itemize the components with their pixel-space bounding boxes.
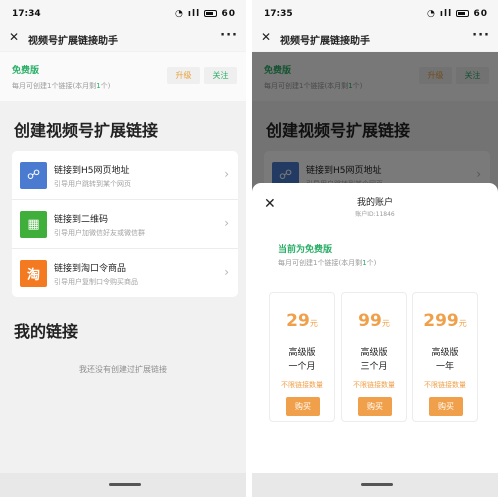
link-type-list: ☍ 链接到H5网页地址 引导用户跳转到某个网页 › ▦ 链接到二维码 引导用户加… (12, 151, 238, 297)
status-bar: 17:34 ◔ ıll 60 (0, 0, 246, 27)
plan-desc-suffix: 个) (366, 259, 377, 267)
item-sub: 引导用户跳转到某个网页 (54, 180, 131, 188)
plan-feature: 不限链接数量 (281, 381, 323, 389)
empty-text: 我还没有创建过扩展链接 (79, 365, 167, 374)
more-icon[interactable]: ··· (472, 28, 490, 43)
status-time: 17:34 (12, 9, 41, 19)
plan-tier: 高级版 (360, 348, 388, 358)
plan-price: 29元 (270, 311, 334, 331)
status-time: 17:35 (264, 9, 293, 19)
price-unit: 元 (381, 319, 390, 328)
nav-title: 视频号扩展链接助手 (280, 36, 370, 47)
chevron-right-icon: › (224, 216, 229, 230)
status-icons: ◔ ıll 60 (427, 9, 488, 19)
home-indicator[interactable] (361, 483, 393, 486)
nav-bar: ✕ 视频号扩展链接助手 ··· (252, 27, 498, 51)
upgrade-button[interactable]: 升级 (167, 67, 200, 84)
nav-title: 视频号扩展链接助手 (28, 36, 118, 47)
list-item-h5[interactable]: ☍ 链接到H5网页地址 引导用户跳转到某个网页 › (12, 151, 238, 200)
close-icon[interactable]: ✕ (9, 30, 19, 44)
buy-button[interactable]: 购买 (358, 397, 392, 416)
close-icon[interactable]: ✕ (261, 30, 271, 44)
plan-duration: 三个月 (360, 362, 388, 372)
battery-icon (204, 10, 218, 17)
price-value: 99 (358, 311, 382, 331)
plan-bar: 免费版 每月可创建1个链接(本月剩1个) 升级 关注 (0, 52, 246, 101)
plan-feature: 不限链接数量 (353, 381, 395, 389)
chevron-right-icon: › (224, 265, 229, 279)
status-bar: 17:35 ◔ ıll 60 (252, 0, 498, 27)
plan-tier: 高级版 (431, 348, 459, 358)
follow-button[interactable]: 关注 (204, 67, 237, 84)
plan-card-monthly: 29元 高级版 一个月 不限链接数量 购买 (269, 292, 335, 422)
list-item-qrcode[interactable]: ▦ 链接到二维码 引导用户加微信好友或微信群 › (12, 200, 238, 249)
plan-desc: 每月可创建1个链接(本月剩1个) (12, 81, 110, 91)
home-indicator[interactable] (109, 483, 141, 486)
battery-level: 60 (473, 9, 488, 19)
plan-duration: 一个月 (288, 362, 316, 372)
buy-button[interactable]: 购买 (286, 397, 320, 416)
price-unit: 元 (458, 319, 467, 328)
sheet-title: 我的账户 (356, 198, 393, 208)
plan-feature: 不限链接数量 (424, 381, 466, 389)
nav-bar: ✕ 视频号扩展链接助手 ··· (0, 27, 246, 51)
plan-duration: 一年 (435, 362, 454, 372)
plan-desc-prefix: 每月可创建1个链接(本月剩 (278, 259, 363, 267)
signal-icon: ◔ ıll (426, 9, 453, 19)
plan-card-quarterly: 99元 高级版 三个月 不限链接数量 购买 (341, 292, 407, 422)
list-item-taobao[interactable]: 淘 链接到淘口令商品 引导用户复制口令购买商品 › (12, 249, 238, 298)
link-icon: ☍ (20, 162, 47, 189)
bottom-bar (0, 473, 246, 497)
battery-icon (456, 10, 470, 17)
price-value: 299 (423, 311, 459, 331)
my-links-title: 我的链接 (14, 322, 79, 341)
account-id: 账户ID:11846 (355, 211, 395, 218)
plan-desc-suffix: 个) (100, 82, 111, 90)
plan-tier: 高级版 (288, 348, 316, 358)
left-screen: 17:34 ◔ ıll 60 ✕ 视频号扩展链接助手 ··· 免费版 每月可创建… (0, 0, 246, 497)
account-sheet: ✕ 我的账户 账户ID:11846 当前为免费版 每月可创建1个链接(本月剩1个… (252, 183, 498, 497)
plan-name: 免费版 (12, 66, 40, 76)
item-sub: 引导用户加微信好友或微信群 (54, 229, 145, 237)
plan-desc-prefix: 每月可创建1个链接(本月剩 (12, 82, 97, 90)
item-sub: 引导用户复制口令购买商品 (54, 278, 138, 286)
current-plan-desc: 每月可创建1个链接(本月剩1个) (278, 258, 376, 268)
right-screen: 17:35 ◔ ıll 60 ✕ 视频号扩展链接助手 ··· 免费版 每月可创建… (252, 0, 498, 497)
plan-card-yearly: 299元 高级版 一年 不限链接数量 购买 (412, 292, 478, 422)
plan-price: 299元 (413, 311, 477, 331)
price-unit: 元 (309, 319, 318, 328)
buy-button[interactable]: 购买 (429, 397, 463, 416)
item-label: 链接到淘口令商品 (54, 264, 127, 274)
bottom-bar (252, 473, 498, 497)
qrcode-icon: ▦ (20, 211, 47, 238)
chevron-right-icon: › (224, 167, 229, 181)
signal-icon: ◔ ıll (174, 9, 201, 19)
battery-level: 60 (221, 9, 236, 19)
status-icons: ◔ ıll 60 (175, 9, 236, 19)
current-plan: 当前为免费版 (278, 245, 333, 255)
item-label: 链接到二维码 (54, 215, 109, 225)
price-value: 29 (286, 311, 310, 331)
taobao-icon: 淘 (20, 260, 47, 287)
create-title: 创建视频号扩展链接 (14, 121, 159, 140)
plan-price: 99元 (342, 311, 406, 331)
more-icon[interactable]: ··· (220, 28, 238, 43)
item-label: 链接到H5网页地址 (54, 166, 130, 176)
